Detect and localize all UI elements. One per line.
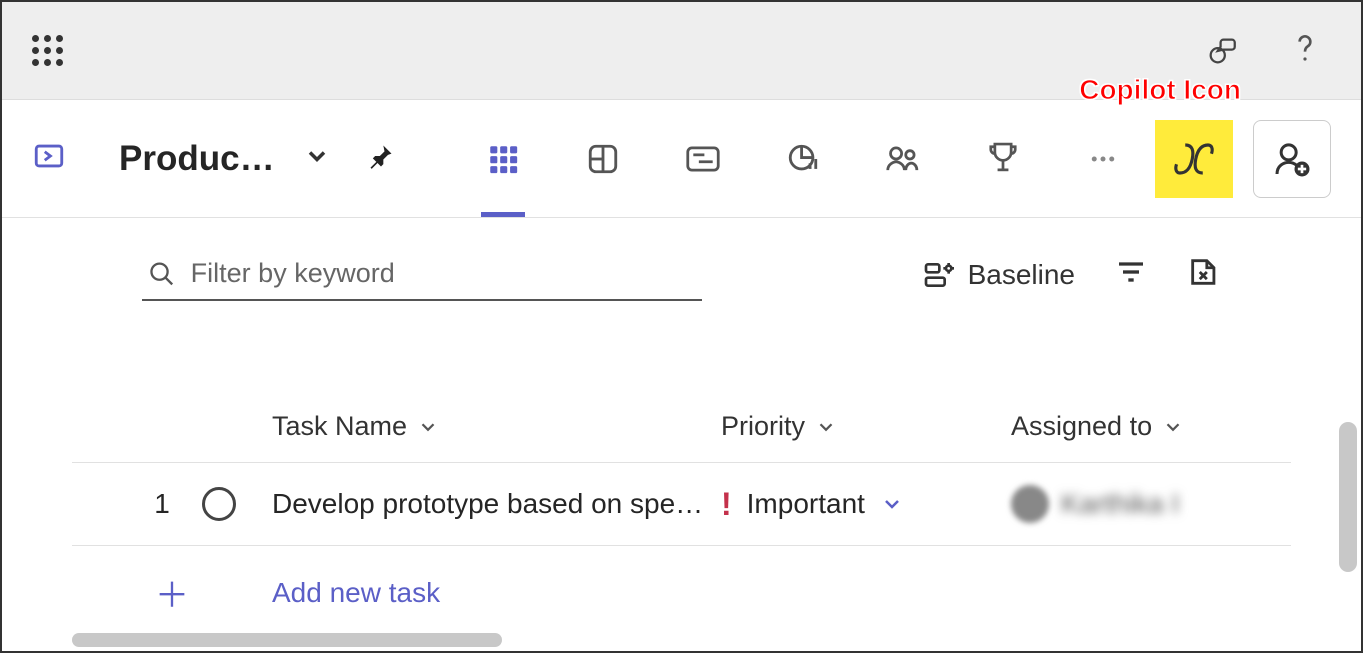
table-row[interactable]: 1 Develop prototype based on spe… ! Impo… [72, 463, 1291, 546]
view-people-icon[interactable] [883, 139, 923, 179]
view-chart-icon[interactable] [783, 139, 823, 179]
view-grid-icon[interactable] [483, 139, 523, 179]
table-header-row: Task Name Priority Assigned to [72, 391, 1291, 463]
baseline-icon [922, 259, 954, 291]
annotation-copilot-label: Copilot Icon [1079, 74, 1241, 106]
help-icon[interactable] [1289, 30, 1321, 77]
task-complete-checkbox[interactable] [202, 487, 272, 521]
chevron-down-icon [815, 416, 837, 438]
more-views-icon[interactable] [1083, 139, 1123, 179]
chevron-down-icon [1162, 416, 1184, 438]
project-title[interactable]: Produc… [119, 139, 275, 179]
feedback-icon[interactable] [1205, 34, 1239, 73]
view-timeline-icon[interactable] [683, 139, 723, 179]
row-number: 1 [122, 488, 202, 520]
view-goals-icon[interactable] [983, 139, 1023, 179]
pin-icon[interactable] [367, 142, 395, 175]
avatar [1011, 485, 1049, 523]
column-priority[interactable]: Priority [721, 411, 1011, 442]
plus-icon: ＋ [72, 568, 272, 617]
horizontal-scrollbar[interactable] [72, 633, 502, 647]
search-input[interactable] [191, 258, 696, 289]
chevron-down-icon[interactable] [880, 492, 904, 516]
chevron-down-icon [417, 416, 439, 438]
column-task-name[interactable]: Task Name [272, 411, 721, 442]
add-member-button[interactable] [1253, 120, 1331, 198]
app-launcher-icon[interactable] [32, 35, 63, 66]
title-chevron-down-icon[interactable] [303, 142, 331, 175]
person-add-icon [1272, 139, 1312, 179]
search-box[interactable] [142, 248, 702, 301]
copilot-button[interactable] [1155, 120, 1233, 198]
add-task-row[interactable]: ＋ Add new task [72, 546, 1291, 639]
task-table: Task Name Priority Assigned to 1 Develop… [2, 311, 1361, 639]
task-name-cell[interactable]: Develop prototype based on spe… [272, 488, 721, 520]
filter-icon[interactable] [1115, 256, 1147, 293]
important-icon: ! [721, 486, 732, 523]
priority-cell[interactable]: ! Important [721, 486, 1011, 523]
project-toolbar: Produc… [2, 100, 1361, 218]
column-assigned-to[interactable]: Assigned to [1011, 411, 1291, 442]
filter-bar: Baseline [2, 218, 1361, 311]
conditional-formatting-icon[interactable] [1187, 255, 1221, 294]
add-task-label: Add new task [272, 577, 440, 609]
assigned-cell[interactable]: Karthika I [1011, 485, 1291, 523]
baseline-button[interactable]: Baseline [922, 259, 1075, 291]
view-board-icon[interactable] [583, 139, 623, 179]
vertical-scrollbar[interactable] [1339, 422, 1357, 572]
toggle-panel-icon[interactable] [32, 139, 66, 178]
baseline-label: Baseline [968, 259, 1075, 291]
search-icon [148, 259, 176, 289]
circle-icon [202, 487, 236, 521]
copilot-icon [1173, 138, 1215, 180]
